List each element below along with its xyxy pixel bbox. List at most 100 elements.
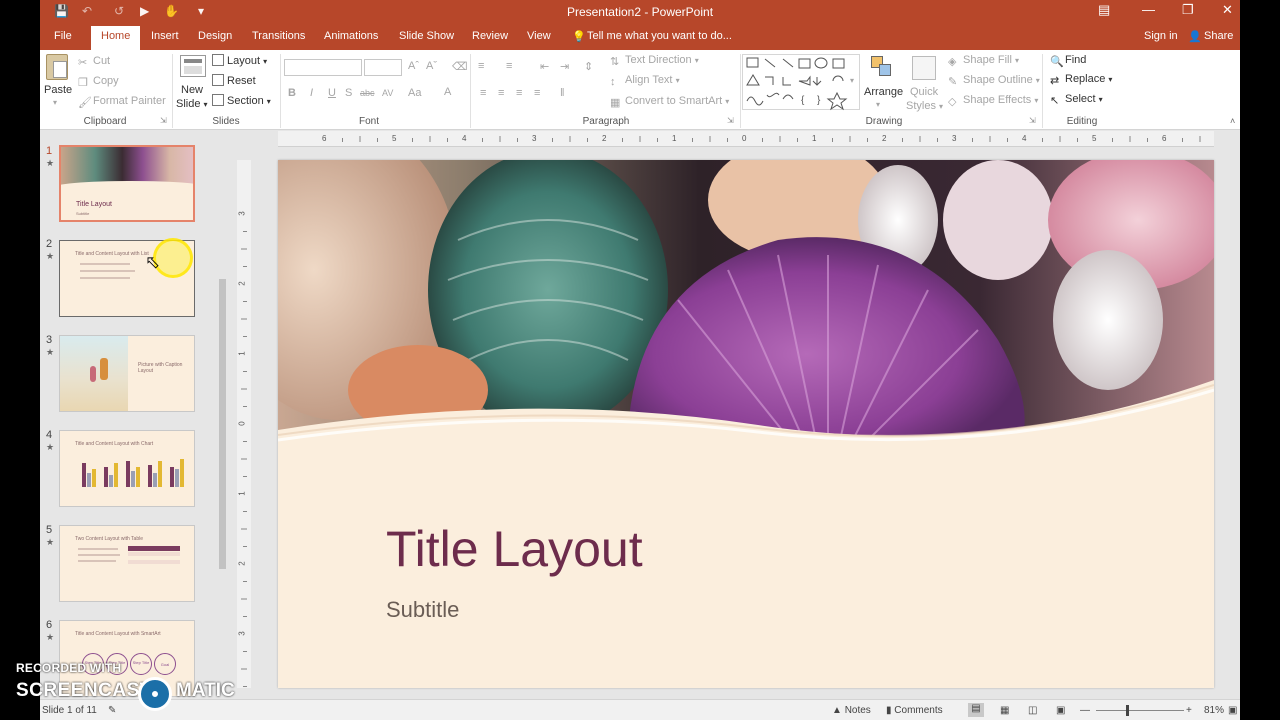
zoom-out-icon[interactable]: —: [1080, 705, 1090, 716]
align-right-icon[interactable]: ≡: [516, 87, 522, 99]
thumb-bullet-line: [78, 548, 118, 550]
shape-outline-button[interactable]: ✎ Shape Outline ▾: [948, 74, 1040, 88]
paste-icon[interactable]: [46, 54, 68, 80]
strikethrough-button[interactable]: abc: [360, 88, 375, 98]
comment-icon: ▮: [886, 705, 892, 716]
cut-button[interactable]: ✂ Cut: [78, 55, 110, 69]
font-name-input[interactable]: [284, 59, 362, 76]
tab-home[interactable]: Home: [91, 26, 141, 50]
zoom-level[interactable]: 81%: [1204, 705, 1224, 716]
replace-button[interactable]: ⇄ Replace ▾: [1050, 73, 1112, 87]
arrange-button[interactable]: Arrange: [864, 86, 903, 98]
tab-insert[interactable]: Insert: [151, 30, 179, 42]
tab-review[interactable]: Review: [472, 30, 508, 42]
shadow-button[interactable]: S: [345, 87, 352, 99]
notes-button[interactable]: ▲ Notes: [832, 705, 871, 716]
underline-button[interactable]: U: [328, 87, 336, 99]
slide-thumbnail-5[interactable]: Two Content Layout with Table: [59, 525, 195, 602]
slide-thumbnail-3[interactable]: Picture with Caption Layout: [59, 335, 195, 412]
ribbon-display-icon[interactable]: ▤: [1098, 2, 1110, 18]
align-left-icon[interactable]: ≡: [480, 87, 486, 99]
slide-thumbnail-4[interactable]: Title and Content Layout with Chart: [59, 430, 195, 507]
bullets-icon[interactable]: ≡: [478, 60, 484, 72]
new-slide-button[interactable]: Slide ▾: [176, 98, 208, 110]
thumbnail-scrollbar[interactable]: [215, 134, 229, 694]
comments-label: Comments: [894, 705, 943, 716]
tab-slide-show[interactable]: Slide Show: [399, 30, 454, 42]
reading-view-icon[interactable]: ◫: [1028, 705, 1037, 716]
find-button[interactable]: 🔍Find: [1050, 54, 1086, 68]
convert-smartart-button[interactable]: ▦ Convert to SmartArt ▾: [610, 95, 729, 109]
line-spacing-icon[interactable]: ⇕: [584, 60, 593, 73]
tab-transitions[interactable]: Transitions: [252, 30, 305, 42]
zoom-slider-handle[interactable]: [1126, 705, 1129, 716]
font-size-input[interactable]: [364, 59, 402, 76]
slide-thumbnail-1[interactable]: Title Layout Subtitle: [59, 145, 195, 222]
italic-button[interactable]: I: [310, 87, 313, 99]
slide-sorter-icon[interactable]: ▦: [1000, 705, 1009, 716]
quick-styles-icon[interactable]: [912, 56, 936, 80]
tab-design[interactable]: Design: [198, 30, 232, 42]
notes-label: Notes: [844, 705, 871, 716]
tab-file[interactable]: File: [54, 30, 72, 42]
shape-effects-button[interactable]: ◇ Shape Effects ▾: [948, 94, 1038, 108]
zoom-slider[interactable]: [1096, 710, 1184, 711]
shape-fill-dropdown-icon: ▾: [1014, 56, 1019, 65]
slideshow-view-icon[interactable]: ▣: [1056, 705, 1065, 716]
maximize-icon[interactable]: ❐: [1182, 2, 1194, 18]
select-button[interactable]: ↖ Select ▾: [1050, 93, 1103, 107]
align-text-button[interactable]: ↕ Align Text ▾: [610, 74, 680, 88]
share-button[interactable]: Share: [1204, 30, 1233, 42]
new-slide-icon[interactable]: [180, 55, 206, 77]
zoom-in-icon[interactable]: +: [1186, 705, 1192, 716]
change-case-button[interactable]: Aa: [408, 87, 421, 99]
decrease-indent-icon[interactable]: ⇤: [540, 60, 549, 73]
drawing-launcher-icon[interactable]: ⇲: [1029, 116, 1036, 125]
paragraph-launcher-icon[interactable]: ⇲: [727, 116, 734, 125]
align-center-icon[interactable]: ≡: [498, 87, 504, 99]
quick-styles-button[interactable]: Styles ▾: [906, 100, 943, 112]
arrange-dropdown-icon[interactable]: ▾: [876, 100, 880, 109]
ruler-label: 3: [952, 134, 957, 143]
columns-icon[interactable]: ‖: [560, 87, 565, 99]
normal-view-icon[interactable]: ▤: [968, 703, 984, 717]
layout-button[interactable]: Layout ▾: [212, 54, 267, 67]
text-direction-button[interactable]: ⇅ Text Direction ▾: [610, 54, 699, 68]
tab-animations[interactable]: Animations: [324, 30, 378, 42]
collapse-ribbon-icon[interactable]: ˄: [1230, 116, 1235, 126]
grow-font-icon[interactable]: Aˆ: [408, 60, 419, 72]
numbering-icon[interactable]: ≡: [506, 60, 512, 72]
copy-button[interactable]: ❐ Copy: [78, 75, 119, 89]
paste-button[interactable]: Paste: [44, 84, 72, 96]
increase-indent-icon[interactable]: ⇥: [560, 60, 569, 73]
tell-me-box[interactable]: Tell me what you want to do...: [587, 30, 732, 42]
fit-slide-icon[interactable]: ▣: [1228, 705, 1237, 716]
paste-dropdown-icon[interactable]: ▾: [53, 98, 57, 107]
arrange-icon[interactable]: [871, 56, 893, 78]
sign-in-link[interactable]: Sign in: [1144, 30, 1178, 42]
shapes-gallery[interactable]: {}: [742, 54, 860, 111]
reset-button[interactable]: Reset: [212, 74, 256, 87]
spell-check-icon[interactable]: ✎: [108, 705, 116, 716]
quick-styles-label-1[interactable]: Quick: [910, 86, 938, 98]
format-painter-button[interactable]: 🖌Format Painter: [78, 95, 166, 109]
comments-button[interactable]: ▮ Comments: [886, 705, 943, 716]
slide-title[interactable]: Title Layout: [386, 520, 643, 578]
shape-fill-button[interactable]: ◈ Shape Fill ▾: [948, 54, 1019, 68]
font-color-button[interactable]: A: [444, 86, 451, 98]
slide-scrollbar[interactable]: [1224, 131, 1240, 699]
slide-canvas[interactable]: Title Layout Subtitle: [278, 160, 1214, 688]
new-slide-label-1[interactable]: New: [181, 84, 203, 96]
clear-formatting-icon[interactable]: ⌫: [452, 60, 468, 73]
slide-subtitle[interactable]: Subtitle: [386, 597, 459, 623]
minimize-icon[interactable]: —: [1142, 2, 1155, 17]
close-icon[interactable]: ✕: [1222, 2, 1233, 18]
character-spacing-button[interactable]: AV: [382, 88, 393, 98]
shrink-font-icon[interactable]: Aˇ: [426, 60, 437, 72]
shapes-more-icon[interactable]: ▾: [850, 76, 854, 85]
section-button[interactable]: Section ▾: [212, 94, 271, 107]
bold-button[interactable]: B: [288, 87, 296, 99]
tab-view[interactable]: View: [527, 30, 551, 42]
clipboard-launcher-icon[interactable]: ⇲: [160, 116, 167, 125]
justify-icon[interactable]: ≡: [534, 87, 540, 99]
